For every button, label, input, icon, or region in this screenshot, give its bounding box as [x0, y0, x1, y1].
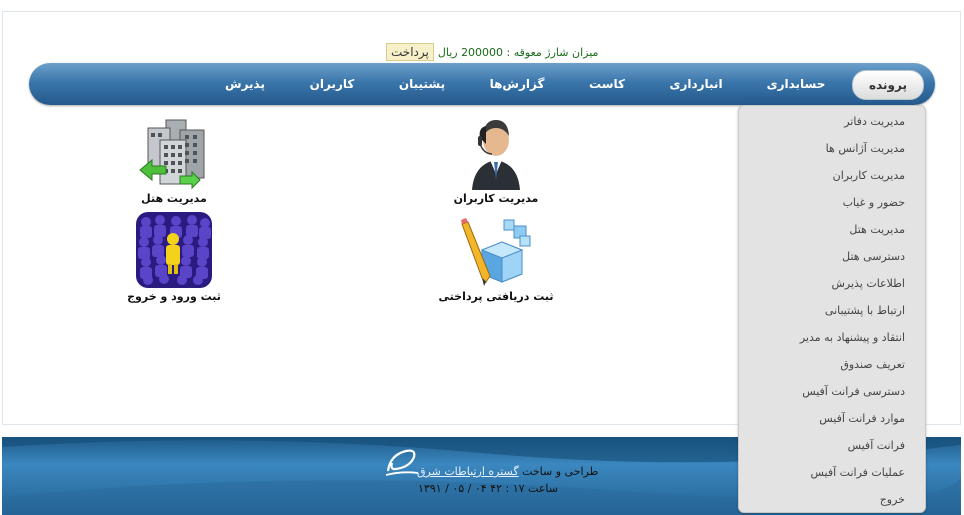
menu-offices[interactable]: مدیریت دفاتر [844, 115, 905, 128]
menu-feedback[interactable]: انتقاد و پیشنهاد به مدیر [800, 331, 905, 344]
menu-agencies[interactable]: مدیریت آژانس ها [826, 142, 905, 155]
nav-backup[interactable]: پشتیبان [399, 63, 445, 105]
people-crowd-icon [136, 212, 212, 288]
menu-hotel-management[interactable]: مدیریت هتل [849, 223, 905, 236]
menu-exit[interactable]: خروج [880, 493, 905, 506]
tile-user-management[interactable]: مدیریت کاربران [454, 114, 538, 210]
pay-button[interactable]: پرداخت [386, 43, 434, 61]
tile-hotel-label: مدیریت هتل [141, 192, 207, 205]
menu-hotel-access[interactable]: دسترسی هتل [842, 250, 905, 263]
company-logo-icon [385, 449, 419, 476]
tile-checkin-label: ثبت ورود و خروج [127, 290, 221, 303]
menu-define-cashbox[interactable]: تعریف صندوق [840, 358, 905, 371]
nav-cost[interactable]: کاست [589, 63, 625, 105]
menu-front-office[interactable]: فرانت آفیس [848, 439, 905, 452]
tile-hotel-management[interactable]: مدیریت هتل [136, 114, 212, 210]
footer-datetime: ۱۳۹۱ / ۰۵ / ۰۴ ساعت ۱۷ : ۴۲ [418, 482, 558, 495]
menu-reception-info[interactable]: اطلاعات پذیرش [831, 277, 905, 290]
cubes-pencil-icon [461, 218, 531, 286]
menu-users[interactable]: مدیریت کاربران [833, 169, 905, 182]
tile-checkin-checkout[interactable]: ثبت ورود و خروج [127, 212, 221, 308]
credit-prefix: طراحی و ساخت [522, 465, 599, 478]
file-dropdown-menu: مدیریت دفاتر مدیریت آژانس ها مدیریت کارب… [738, 105, 926, 513]
tile-users-label: مدیریت کاربران [453, 192, 539, 205]
menu-front-office-access[interactable]: دسترسی فرانت آفیس [802, 385, 905, 398]
businessman-icon [472, 120, 520, 190]
nav-users[interactable]: کاربران [310, 63, 355, 105]
charge-row: پرداخت میزان شارژ معوقه : 200000 ریال [386, 42, 598, 62]
menu-front-office-items[interactable]: موارد فرانت آفیس [819, 412, 905, 425]
menu-attendance[interactable]: حضور و غیاب [843, 196, 905, 209]
outstanding-charge-text: میزان شارژ معوقه : 200000 ریال [437, 45, 599, 59]
company-link[interactable]: گستره ارتباطات شرق [417, 465, 519, 478]
nav-file[interactable]: پرونده [852, 70, 924, 100]
hotel-buildings-icon [139, 119, 205, 190]
menu-front-office-operations[interactable]: عملیات فرانت آفیس [811, 466, 906, 479]
footer-credit: طراحی و ساخت گستره ارتباطات شرق [417, 465, 598, 478]
main-nav-bar: پرونده حسابداری انبارداری کاست گزارش‌ها … [29, 63, 935, 105]
nav-accounting[interactable]: حسابداری [767, 63, 826, 105]
menu-contact-support[interactable]: ارتباط با پشتیبانی [825, 304, 905, 317]
nav-reception[interactable]: پذیرش [225, 63, 265, 105]
nav-warehouse[interactable]: انبارداری [669, 63, 722, 105]
tile-payments[interactable]: ثبت دریافتی پرداختی [439, 212, 553, 308]
tile-payments-label: ثبت دریافتی پرداختی [438, 290, 554, 303]
nav-reports[interactable]: گزارش‌ها [490, 63, 545, 105]
